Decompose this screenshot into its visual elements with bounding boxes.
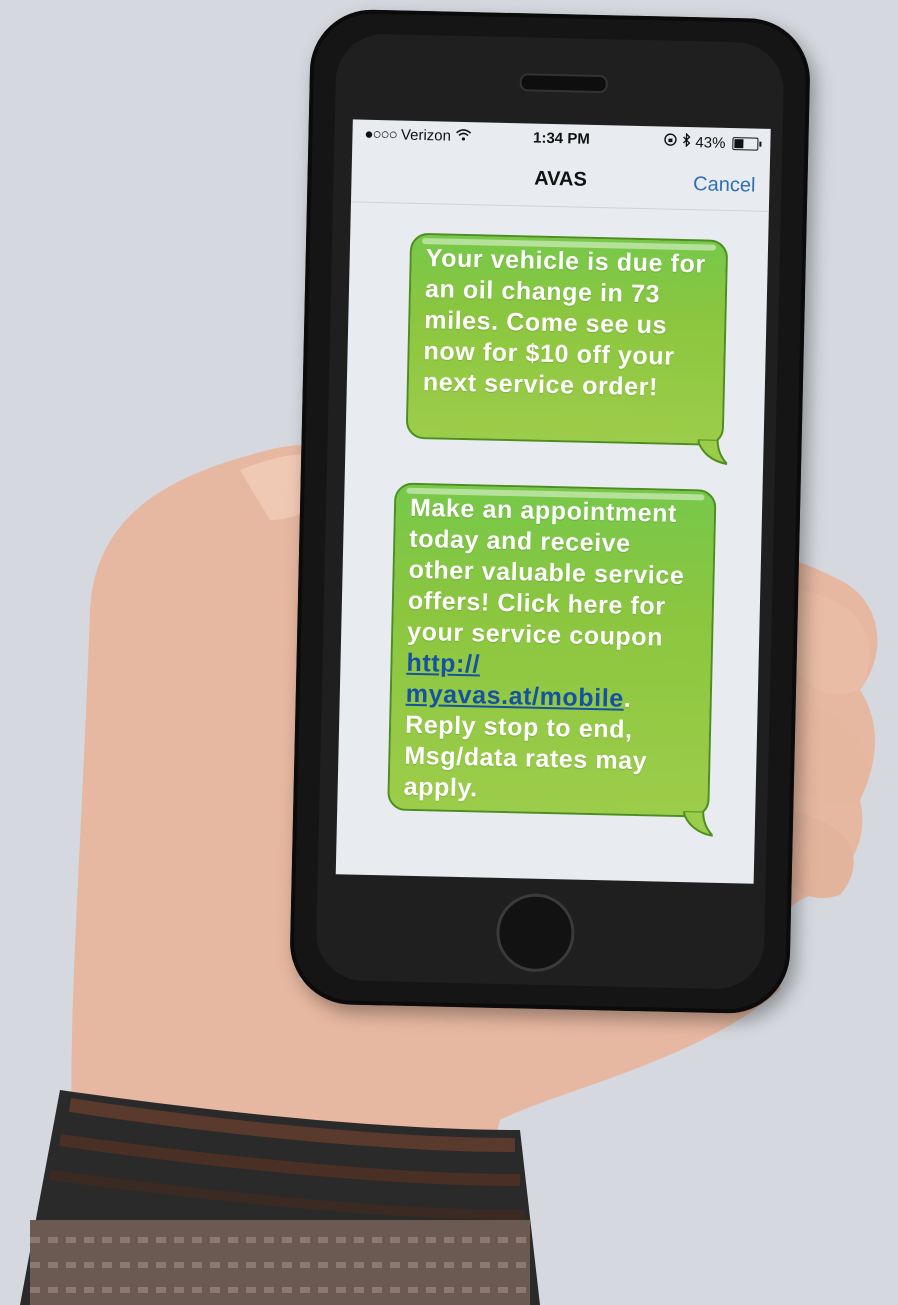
bracelet-image [20,1090,540,1305]
message-text: Make an appointment today and receive ot… [406,493,685,652]
earpiece [519,73,608,94]
bubble-tail [697,439,728,466]
battery-percent: 43% [695,133,726,152]
bubble-tail [682,811,714,838]
phone-screen: ●○○○ Verizon 1:34 PM 43% AVAS Cancel You… [335,119,771,884]
cancel-button[interactable]: Cancel [693,173,756,197]
coupon-link[interactable]: http:// myavas.at/mobile [406,649,625,713]
battery-icon [732,136,759,151]
message-bubble: Make an appointment today and receive ot… [387,482,717,838]
message-text: Your vehicle is due for an oil change in… [422,244,707,402]
message-bubble: Your vehicle is due for an oil change in… [405,232,729,466]
rotation-lock-icon [663,132,677,150]
status-right: 43% [663,132,759,152]
battery-level-fill [734,138,744,148]
bluetooth-icon [681,132,691,151]
phone: ●○○○ Verizon 1:34 PM 43% AVAS Cancel You… [288,8,812,1015]
navigation-bar: AVAS Cancel [350,149,771,212]
